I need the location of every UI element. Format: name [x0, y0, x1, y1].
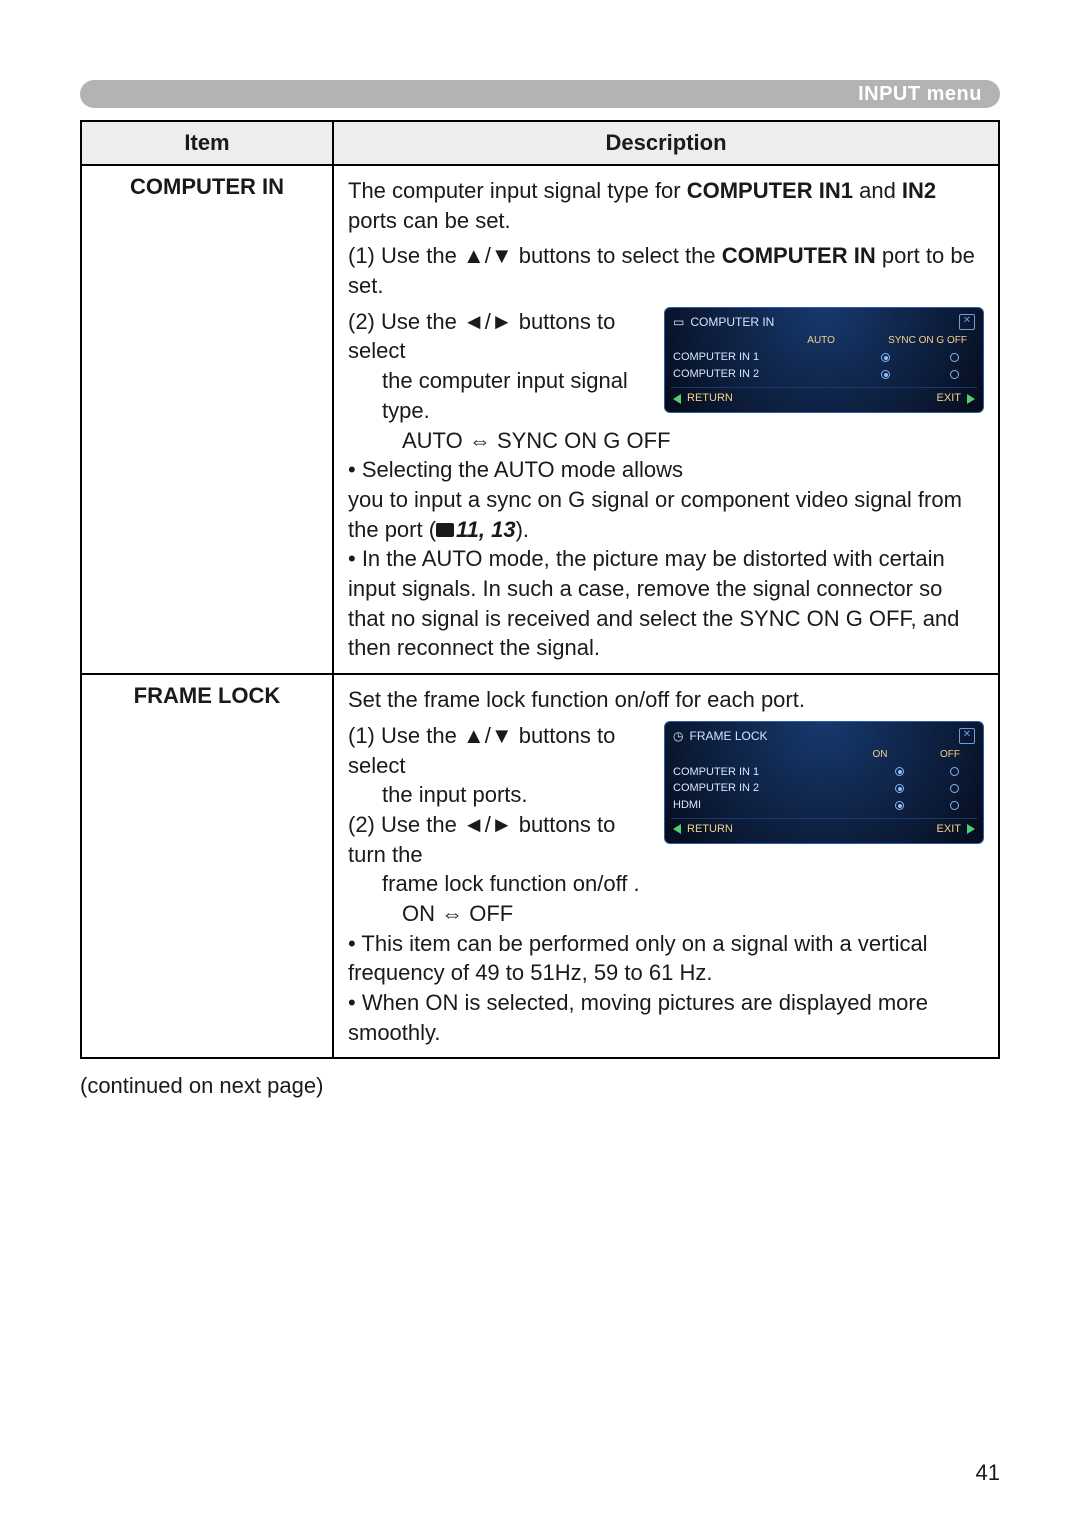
book-icon: 11, 13 — [436, 515, 516, 545]
fl-intro: Set the frame lock function on/off for e… — [348, 685, 984, 715]
radio-on[interactable] — [895, 767, 904, 776]
radio-on[interactable] — [895, 784, 904, 793]
osd-col-sync: SYNC ON G OFF — [888, 334, 967, 348]
desc-frame-lock: Set the frame lock function on/off for e… — [333, 674, 999, 1058]
osd-title-text: FRAME LOCK — [689, 728, 767, 744]
settings-table: Item Description COMPUTER IN The compute… — [80, 120, 1000, 1059]
triangle-left-icon — [673, 824, 681, 834]
continued-note: (continued on next page) — [80, 1073, 1000, 1099]
radio-on[interactable] — [895, 801, 904, 810]
triangle-left-icon — [673, 394, 681, 404]
bullet1-line1: • Selecting the AUTO mode allows — [348, 455, 984, 485]
radio-sync-off[interactable] — [950, 370, 959, 379]
desc-computer-in: The computer input signal type for COMPU… — [333, 165, 999, 674]
fl-bullet1: • This item can be performed only on a s… — [348, 929, 984, 988]
table-row: FRAME LOCK Set the frame lock function o… — [81, 674, 999, 1058]
page-number: 41 — [976, 1460, 1000, 1486]
triangle-right-icon — [967, 824, 975, 834]
fl-step2c: ON ⇔ OFF — [348, 899, 984, 929]
step2-line3: AUTO ⇔ SYNC ON G OFF — [348, 426, 984, 456]
osd-return[interactable]: RETURN — [673, 391, 733, 406]
radio-off[interactable] — [950, 784, 959, 793]
item-frame-lock: FRAME LOCK — [81, 674, 333, 1058]
radio-off[interactable] — [950, 801, 959, 810]
menu-header-text: INPUT menu — [858, 83, 982, 106]
osd-col-on: ON — [863, 748, 897, 762]
osd-row-label: HDMI — [673, 798, 701, 813]
osd-row-label: COMPUTER IN 1 — [673, 350, 759, 365]
osd-col-off: OFF — [933, 748, 967, 762]
monitor-icon: ▭ — [673, 314, 684, 330]
radio-auto[interactable] — [881, 353, 890, 362]
menu-header: INPUT menu — [80, 80, 1000, 108]
osd-exit[interactable]: EXIT — [937, 822, 975, 837]
radio-auto[interactable] — [881, 370, 890, 379]
osd-computer-in: ▭ COMPUTER IN ✕ AUTO SYNC ON G OFF COMPU… — [664, 307, 984, 413]
radio-off[interactable] — [950, 767, 959, 776]
osd-frame-lock: ◷ FRAME LOCK ✕ ON OFF COMPUTER IN 1 — [664, 721, 984, 844]
close-icon[interactable]: ✕ — [959, 314, 975, 330]
table-row: COMPUTER IN The computer input signal ty… — [81, 165, 999, 674]
fl-bullet2: • When ON is selected, moving pictures a… — [348, 988, 984, 1047]
bullet2: • In the AUTO mode, the picture may be d… — [348, 544, 984, 663]
osd-col-auto: AUTO — [804, 334, 838, 348]
radio-sync-off[interactable] — [950, 353, 959, 362]
col-item-header: Item — [81, 121, 333, 165]
triangle-right-icon — [967, 394, 975, 404]
fl-step2b: frame lock function on/off . — [348, 869, 984, 899]
osd-row-label: COMPUTER IN 2 — [673, 367, 759, 382]
osd-return[interactable]: RETURN — [673, 822, 733, 837]
osd-exit[interactable]: EXIT — [937, 391, 975, 406]
col-desc-header: Description — [333, 121, 999, 165]
close-icon[interactable]: ✕ — [959, 728, 975, 744]
osd-row-label: COMPUTER IN 2 — [673, 781, 759, 796]
item-computer-in: COMPUTER IN — [81, 165, 333, 674]
clock-icon: ◷ — [673, 728, 683, 744]
osd-row-label: COMPUTER IN 1 — [673, 765, 759, 780]
osd-title-text: COMPUTER IN — [690, 314, 774, 330]
